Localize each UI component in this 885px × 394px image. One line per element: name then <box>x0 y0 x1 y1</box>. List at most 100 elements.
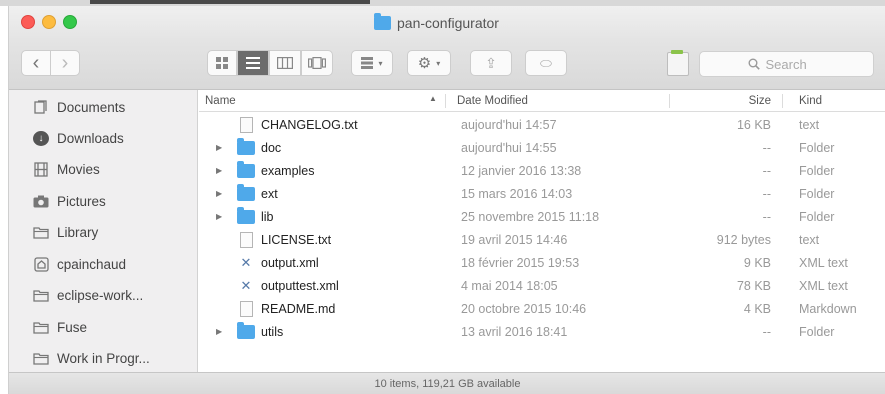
file-name: doc <box>237 136 281 159</box>
movies-icon <box>33 161 49 177</box>
arrange-icon <box>361 57 374 69</box>
xml-file-icon: ✕ <box>240 277 252 293</box>
table-row[interactable]: ▶ lib 25 novembre 2015 11:18 -- Folder <box>199 205 885 228</box>
list-view-button[interactable] <box>237 50 269 76</box>
search-icon <box>748 58 760 70</box>
file-date: 25 novembre 2015 11:18 <box>461 209 600 224</box>
title-bar[interactable]: pan-configurator <box>9 6 885 40</box>
column-header-name[interactable]: Name <box>205 90 236 112</box>
sidebar-item-fuse[interactable]: Fuse <box>9 314 198 340</box>
file-name-text: output.xml <box>261 255 319 270</box>
file-name: LICENSE.txt <box>237 228 331 251</box>
share-button[interactable]: ⇪ <box>470 50 512 76</box>
column-header-date[interactable]: Date Modified <box>457 90 528 112</box>
file-name: examples <box>237 159 315 182</box>
downloads-icon: ↓ <box>33 130 49 146</box>
file-kind: text <box>799 117 820 132</box>
disclosure-triangle-icon[interactable]: ▶ <box>216 136 222 159</box>
arrange-button[interactable]: ▾ <box>351 50 393 76</box>
sidebar-item-label: Library <box>57 224 99 240</box>
file-date: aujourd'hui 14:57 <box>461 117 557 132</box>
status-text: 10 items, 119,21 GB available <box>374 377 521 390</box>
file-kind: XML text <box>799 255 848 270</box>
sidebar-item-eclipse-workspace[interactable]: eclipse-work... <box>9 282 198 308</box>
column-view-icon <box>277 57 293 69</box>
folder-icon <box>237 206 255 224</box>
file-date: 20 octobre 2015 10:46 <box>461 301 587 316</box>
file-kind: Folder <box>799 163 835 178</box>
table-row[interactable]: ▶ doc aujourd'hui 14:55 -- Folder <box>199 136 885 159</box>
icon-view-button[interactable] <box>207 50 237 76</box>
file-size: 912 bytes <box>716 232 771 247</box>
table-row[interactable]: ▶ ext 15 mars 2016 14:03 -- Folder <box>199 182 885 205</box>
table-row[interactable]: CHANGELOG.txt aujourd'hui 14:57 16 KB text <box>199 113 885 136</box>
tag-button[interactable]: ⬭ <box>525 50 567 76</box>
document-icon[interactable] <box>667 50 689 76</box>
folder-icon <box>237 160 255 178</box>
document-icon <box>240 300 253 317</box>
finder-window: pan-configurator ‹ › ▾ ⚙ ▾ ⇪ ⬭ Search Do… <box>8 6 885 394</box>
file-name-text: ext <box>261 186 278 201</box>
sidebar-item-pictures[interactable]: Pictures <box>9 188 198 214</box>
chevron-left-icon: ‹ <box>32 52 40 74</box>
status-bar: 10 items, 119,21 GB available <box>9 372 885 394</box>
folder-icon <box>237 183 255 201</box>
folder-icon <box>237 137 255 155</box>
file-kind: Folder <box>799 324 835 339</box>
sidebar-item-label: eclipse-work... <box>57 287 144 303</box>
tag-icon: ⬭ <box>540 54 552 71</box>
column-view-button[interactable] <box>269 50 301 76</box>
disclosure-triangle-icon[interactable]: ▶ <box>216 182 222 205</box>
table-row[interactable]: ▶ examples 12 janvier 2016 13:38 -- Folder <box>199 159 885 182</box>
search-input[interactable] <box>765 56 826 72</box>
window-title-text: pan-configurator <box>397 15 499 31</box>
action-button[interactable]: ⚙ ▾ <box>407 50 451 76</box>
sidebar: Documents ↓ Downloads Movies Pictures Li… <box>9 90 198 372</box>
file-size: -- <box>762 140 771 155</box>
sidebar-item-work-in-progress[interactable]: Work in Progr... <box>9 345 198 371</box>
table-row[interactable]: README.md 20 octobre 2015 10:46 4 KB Markdo… <box>199 297 885 320</box>
disclosure-triangle-icon[interactable]: ▶ <box>216 205 222 228</box>
close-window-button[interactable] <box>21 15 35 29</box>
file-date: 18 février 2015 19:53 <box>461 255 580 270</box>
sidebar-item-documents[interactable]: Documents <box>9 94 198 120</box>
folder-icon <box>374 13 391 30</box>
folder-icon <box>33 225 49 239</box>
file-date: aujourd'hui 14:55 <box>461 140 557 155</box>
minimize-window-button[interactable] <box>42 15 56 29</box>
pictures-icon <box>33 194 49 208</box>
file-size: -- <box>762 324 771 339</box>
forward-button[interactable]: › <box>50 50 80 76</box>
sidebar-item-label: cpainchaud <box>57 256 127 272</box>
file-name-text: examples <box>261 163 315 178</box>
file-kind: XML text <box>799 278 848 293</box>
file-date: 13 avril 2016 18:41 <box>461 324 568 339</box>
search-field[interactable] <box>699 51 874 77</box>
sidebar-item-label: Movies <box>57 161 100 177</box>
file-name: ✕ output.xml <box>237 251 319 274</box>
column-header-size[interactable]: Size <box>679 90 771 112</box>
file-date: 15 mars 2016 14:03 <box>461 186 573 201</box>
sidebar-item-library[interactable]: Library <box>9 219 198 245</box>
sidebar-item-cpainchaud[interactable]: cpainchaud <box>9 251 198 277</box>
table-row[interactable]: ✕ outputtest.xml 4 mai 2014 18:05 78 KB XML … <box>199 274 885 297</box>
toolbar: ‹ › ▾ ⚙ ▾ ⇪ ⬭ <box>9 40 885 90</box>
table-row[interactable]: ▶ utils 13 avril 2016 18:41 -- Folder <box>199 320 885 343</box>
share-icon: ⇪ <box>485 54 497 71</box>
window-title: pan-configurator <box>374 13 499 32</box>
folder-icon <box>33 320 49 334</box>
table-row[interactable]: LICENSE.txt 19 avril 2015 14:46 912 bytes t… <box>199 228 885 251</box>
sidebar-item-downloads[interactable]: ↓ Downloads <box>9 125 198 151</box>
back-button[interactable]: ‹ <box>21 50 51 76</box>
zoom-window-button[interactable] <box>63 15 77 29</box>
disclosure-triangle-icon[interactable]: ▶ <box>216 320 222 343</box>
disclosure-triangle-icon[interactable]: ▶ <box>216 159 222 182</box>
cover-flow-button[interactable] <box>301 50 333 76</box>
chevron-right-icon: › <box>61 52 69 74</box>
table-row[interactable]: ✕ output.xml 18 février 2015 19:53 9 KB XML … <box>199 251 885 274</box>
sidebar-item-movies[interactable]: Movies <box>9 156 198 182</box>
file-name-text: lib <box>261 209 274 224</box>
document-icon <box>240 231 253 248</box>
file-date: 19 avril 2015 14:46 <box>461 232 568 247</box>
column-header-kind[interactable]: Kind <box>799 90 822 112</box>
